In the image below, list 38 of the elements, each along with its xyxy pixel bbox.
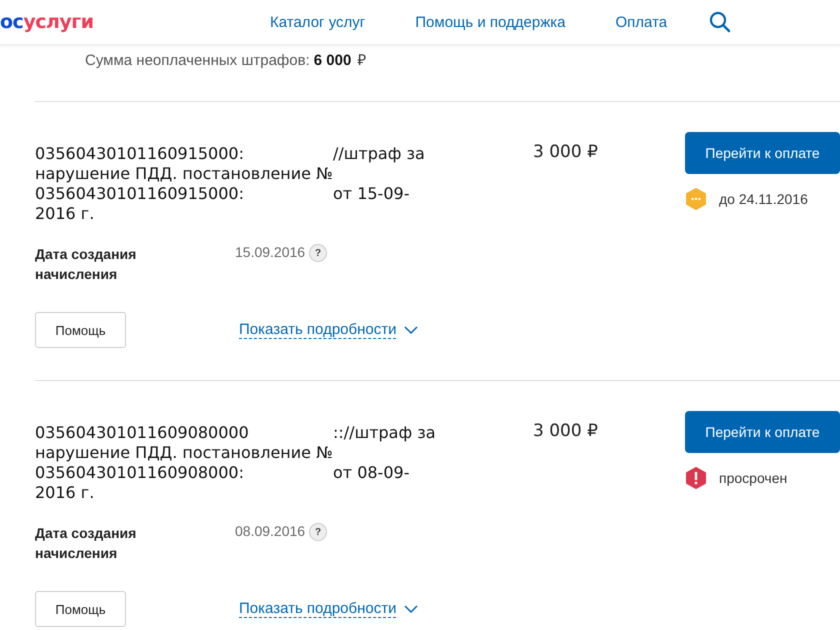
help-button[interactable]: Помощь: [35, 312, 126, 348]
fine-description: нарушение ПДД. постановление №: [35, 164, 333, 184]
fine-description: //штраф за: [333, 144, 425, 164]
fine-description: 2016 г.: [35, 204, 96, 224]
details-link[interactable]: Показать подробности: [239, 322, 396, 338]
fine-description: :://штраф за: [333, 423, 436, 443]
chevron-down-icon[interactable]: [404, 325, 418, 335]
site-logo[interactable]: осуслуги: [0, 11, 270, 33]
search-icon[interactable]: [709, 11, 732, 33]
help-icon[interactable]: ?: [309, 523, 328, 541]
warning-icon: [685, 467, 707, 489]
date-label: Дата создания начисления: [35, 245, 138, 284]
fine-description: 035604301011609080000: [35, 423, 250, 443]
nav-link[interactable]: Каталог услуг: [270, 14, 366, 30]
fine-description: от 08-09-: [333, 463, 410, 483]
fine-description: 03560430101160915000:: [35, 184, 245, 204]
details-link[interactable]: Показать подробности: [239, 600, 396, 618]
nav-link[interactable]: Оплата: [616, 14, 668, 30]
chevron-down-icon[interactable]: [404, 604, 418, 614]
fine-amount: 3 000 ₽: [533, 420, 599, 443]
fine-amount: 3 000 ₽: [533, 141, 599, 164]
status-text: до 24.11.2016: [719, 191, 808, 207]
pay-button[interactable]: Перейти к оплате: [685, 132, 840, 174]
date-value: 08.09.2016: [235, 523, 306, 539]
fine-description: 03560430101160915000:: [35, 144, 245, 164]
fine-description: 2016 г.: [35, 483, 96, 503]
fine-description: от 15-09-: [333, 184, 410, 204]
fine-description: нарушение ПДД. постановление №: [35, 443, 333, 463]
unpaid-total: Сумма неоплаченных штрафов: 6 000 ₽: [85, 52, 366, 69]
status-text: просрочен: [719, 470, 788, 486]
nav-link[interactable]: Помощь и поддержка: [415, 14, 566, 30]
help-icon[interactable]: ?: [309, 244, 328, 262]
help-button[interactable]: Помощь: [35, 591, 126, 627]
date-value: 15.09.2016: [235, 244, 306, 260]
pay-button[interactable]: Перейти к оплате: [685, 411, 840, 453]
fine-description: 03560430101160908000:: [35, 463, 245, 483]
pending-status-icon: [685, 188, 707, 210]
date-label: Дата создания начисления: [35, 524, 138, 563]
